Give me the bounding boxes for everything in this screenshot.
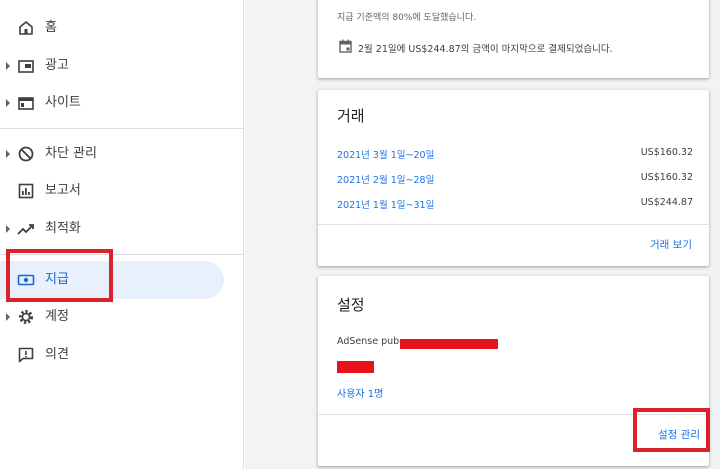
feedback-icon	[18, 347, 34, 363]
table-row: 2021년 1월 1일~31일 US$244.87	[337, 197, 693, 211]
transaction-date-link[interactable]: 2021년 1월 1일~31일	[337, 197, 434, 211]
users-link[interactable]: 사용자 1명	[337, 385, 383, 400]
sidebar-item-sites[interactable]: 사이트	[0, 84, 224, 122]
sidebar-item-block-controls[interactable]: 차단 관리	[0, 135, 224, 173]
nav-divider	[0, 128, 244, 129]
gear-icon	[19, 310, 33, 324]
transaction-amount: US$160.32	[640, 172, 693, 183]
sidebar-item-label: 홈	[45, 20, 57, 35]
annotation-highlight-payments	[6, 249, 113, 302]
expand-caret-icon[interactable]	[6, 225, 10, 233]
main-content: 지급 기준액의 80%에 도달했습니다. 2월 21일에 US$244.87의 …	[245, 0, 720, 469]
calendar-icon	[339, 39, 352, 53]
reports-icon	[18, 183, 34, 199]
table-row: 2021년 2월 1일~28일 US$160.32	[337, 172, 693, 186]
settings-title: 설정	[337, 296, 365, 314]
sites-icon	[18, 97, 34, 110]
sidebar-item-label: 사이트	[45, 95, 81, 110]
trending-up-icon	[17, 224, 34, 235]
table-row: 2021년 3월 1일~20일 US$160.32	[337, 147, 693, 161]
card-divider	[318, 224, 709, 225]
transactions-card: 거래 2021년 3월 1일~20일 US$160.32 2021년 2월 1일…	[318, 90, 709, 266]
ads-icon	[18, 60, 34, 73]
sidebar-item-label: 최적화	[45, 221, 81, 236]
redaction-bar	[400, 339, 498, 349]
transaction-amount: US$160.32	[640, 147, 693, 158]
block-icon	[18, 146, 34, 162]
view-transactions-link[interactable]: 거래 보기	[650, 237, 692, 252]
sidebar-item-reports[interactable]: 보고서	[0, 172, 224, 210]
annotation-highlight-manage-settings	[633, 408, 710, 452]
sidebar-item-ads[interactable]: 광고	[0, 47, 224, 85]
transaction-amount: US$244.87	[640, 197, 693, 208]
redaction-bar	[337, 361, 374, 373]
sidebar-item-feedback[interactable]: 의견	[0, 336, 224, 374]
sidebar-item-label: 계정	[45, 309, 69, 324]
expand-caret-icon[interactable]	[6, 313, 10, 321]
home-icon	[19, 21, 33, 35]
transaction-date-link[interactable]: 2021년 2월 1일~28일	[337, 172, 434, 186]
threshold-text: 지급 기준액의 80%에 도달했습니다.	[337, 13, 477, 23]
expand-caret-icon[interactable]	[6, 62, 10, 70]
sidebar-item-home[interactable]: 홈	[0, 9, 224, 47]
transaction-date-link[interactable]: 2021년 3월 1일~20일	[337, 147, 434, 161]
sidebar-nav: 홈 광고 사이트 차단 관리 보고서 최적화 지급 계정 의견	[0, 0, 244, 469]
sidebar-item-label: 차단 관리	[45, 146, 97, 161]
expand-caret-icon[interactable]	[6, 150, 10, 158]
sidebar-item-label: 의견	[45, 347, 69, 362]
sidebar-item-label: 보고서	[45, 183, 81, 198]
sidebar-item-optimization[interactable]: 최적화	[0, 210, 224, 248]
expand-caret-icon[interactable]	[6, 99, 10, 107]
payment-status-card: 지급 기준액의 80%에 도달했습니다. 2월 21일에 US$244.87의 …	[318, 0, 709, 78]
sidebar-item-account[interactable]: 계정	[0, 298, 224, 336]
last-payment-text: 2월 21일에 US$244.87의 금액이 마지막으로 결제되었습니다.	[358, 44, 613, 55]
transactions-title: 거래	[337, 107, 365, 125]
sidebar-item-label: 광고	[45, 58, 69, 73]
publisher-id-label: AdSense pub-	[337, 336, 403, 347]
